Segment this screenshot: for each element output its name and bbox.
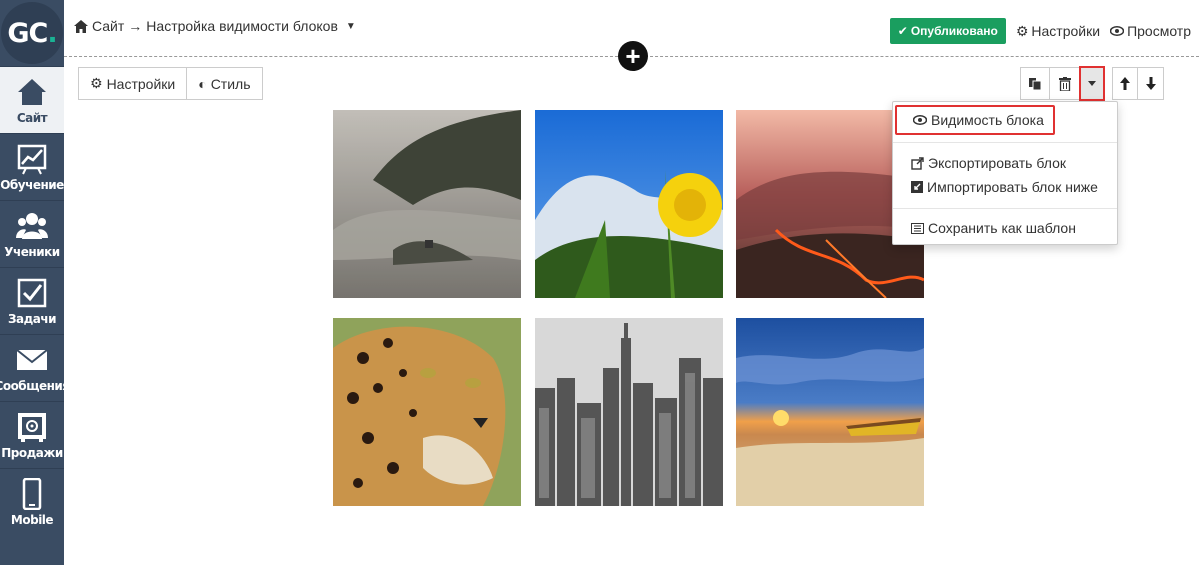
gallery-image-city-skyline[interactable] [535, 318, 723, 506]
menu-divider [893, 208, 1117, 209]
sidebar-item-label: Сообщения [0, 378, 70, 393]
sidebar-item-label: Задачи [7, 311, 57, 326]
chevron-down-icon[interactable]: ▼ [346, 21, 356, 32]
add-block-button[interactable]: + [618, 41, 648, 71]
settings-link[interactable]: ⚙ Настройки [1016, 23, 1100, 40]
block-style-button[interactable]: ◐ Стиль [187, 67, 263, 100]
contrast-icon: ◐ [198, 75, 207, 92]
header-actions: ✔ Опубликовано ⚙ Настройки Просмотр [889, 18, 1191, 44]
arrow-up-icon [1120, 77, 1130, 90]
sidebar-item-mobile[interactable]: Mobile [0, 468, 64, 535]
sidebar: GC. Сайт Обучение Ученики Задачи Сообщен… [0, 0, 70, 565]
menu-item-label: Видимость блока [931, 112, 1044, 128]
logo-dot: . [47, 17, 57, 49]
eye-icon [1110, 26, 1125, 36]
sidebar-item-label: Ученики [4, 244, 60, 259]
preview-link[interactable]: Просмотр [1110, 23, 1191, 39]
chart-icon [17, 144, 47, 174]
gear-icon: ⚙ [90, 75, 103, 91]
move-buttons [1112, 67, 1164, 100]
external-link-icon [911, 156, 924, 170]
menu-item-block-visibility[interactable]: Видимость блока [895, 105, 1055, 135]
home-icon [18, 78, 46, 105]
logo-badge: GC. [1, 2, 63, 64]
sidebar-item-label: Продажи [1, 445, 63, 460]
block-settings-button[interactable]: ⚙ Настройки [78, 67, 188, 100]
trash-icon [1058, 76, 1071, 91]
breadcrumb-page-title[interactable]: Настройка видимости блоков [146, 18, 338, 34]
sidebar-item-tasks[interactable]: Задачи [0, 267, 64, 334]
logo[interactable]: GC. [0, 0, 64, 66]
sidebar-item-sales[interactable]: Продажи [0, 401, 64, 468]
plus-icon: + [625, 41, 641, 71]
breadcrumb-site-link[interactable]: Сайт [92, 18, 124, 34]
block-settings-label: Настройки [106, 75, 176, 92]
block-actions-menu: Видимость блока Экспортировать блок Импо… [892, 101, 1118, 245]
users-icon [16, 212, 48, 239]
checkbox-icon [17, 278, 47, 307]
breadcrumb: Сайт → Настройка видимости блоков ▼ [74, 18, 356, 34]
sidebar-item-label: Mobile [10, 512, 54, 527]
menu-divider [893, 142, 1117, 143]
check-icon: ✔ [897, 24, 908, 38]
logo-text: GC [7, 17, 48, 49]
copy-icon [1029, 77, 1042, 90]
eye-icon [913, 115, 927, 125]
menu-item-label: Сохранить как шаблон [928, 220, 1076, 236]
move-up-button[interactable] [1112, 67, 1138, 100]
envelope-icon [16, 348, 48, 370]
caret-down-icon [1087, 81, 1096, 86]
sidebar-item-label: Сайт [16, 110, 48, 125]
sidebar-item-learning[interactable]: Обучение [0, 133, 64, 200]
delete-block-button[interactable] [1050, 67, 1080, 100]
gallery-image-dandelion[interactable] [535, 110, 723, 298]
menu-item-import-block[interactable]: Импортировать блок ниже [893, 177, 1117, 197]
home-icon [74, 19, 88, 33]
menu-item-label: Импортировать блок ниже [927, 179, 1098, 195]
published-button[interactable]: ✔ Опубликовано [889, 18, 1006, 44]
block-actions [1020, 66, 1164, 101]
menu-item-label: Экспортировать блок [928, 155, 1066, 171]
move-down-button[interactable] [1138, 67, 1164, 100]
gallery-image-misty-mountains[interactable] [333, 110, 521, 298]
import-icon [911, 181, 923, 193]
safe-icon [18, 412, 46, 442]
breadcrumb-arrow: → [128, 18, 143, 34]
sidebar-item-site[interactable]: Сайт [0, 66, 64, 133]
gear-icon: ⚙ [1015, 22, 1029, 39]
gallery-image-beach-sunset[interactable] [736, 318, 924, 506]
phone-icon [22, 477, 42, 510]
sidebar-item-messages[interactable]: Сообщения [0, 334, 70, 401]
block-toolbar: ⚙ Настройки ◐ Стиль [78, 67, 263, 100]
settings-label: Настройки [1031, 23, 1101, 39]
gallery-image-leopard[interactable] [333, 318, 521, 506]
block-style-label: Стиль [210, 75, 251, 92]
published-label: Опубликовано [910, 24, 998, 38]
sidebar-item-label: Обучение [0, 177, 64, 192]
menu-item-save-template[interactable]: Сохранить как шаблон [893, 218, 1117, 238]
preview-label: Просмотр [1127, 23, 1191, 39]
block-menu-toggle[interactable] [1079, 66, 1105, 101]
sidebar-item-students[interactable]: Ученики [0, 200, 64, 267]
list-alt-icon [911, 222, 924, 234]
menu-item-export-block[interactable]: Экспортировать блок [893, 153, 1117, 173]
arrow-down-icon [1145, 77, 1156, 90]
copy-block-button[interactable] [1020, 67, 1050, 100]
